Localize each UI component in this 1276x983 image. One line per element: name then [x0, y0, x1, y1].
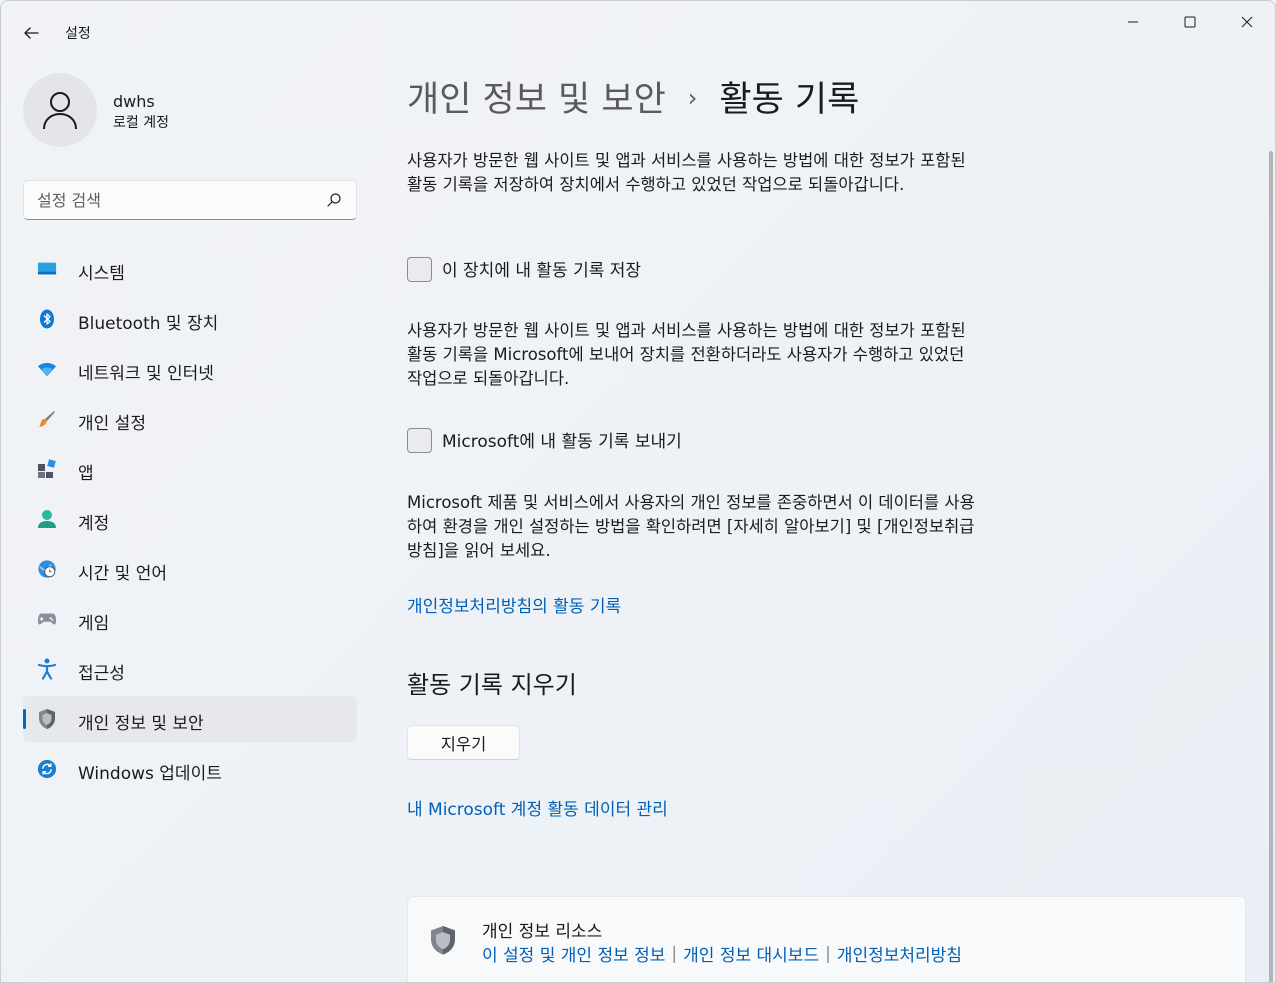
minimize-button[interactable] [1105, 1, 1161, 43]
close-icon [1241, 16, 1253, 28]
sidebar-item-label: 네트워크 및 인터넷 [78, 364, 214, 384]
privacy-statement-link[interactable]: 개인정보처리방침 [837, 941, 962, 966]
clear-history-button[interactable]: 지우기 [407, 725, 520, 760]
account-icon [37, 509, 57, 529]
title-bar: 설정 [1, 1, 1275, 63]
privacy-statement-link[interactable]: 개인정보처리방침의 활동 기록 [407, 592, 621, 617]
search-input[interactable] [37, 189, 317, 211]
avatar [23, 73, 97, 147]
sidebar-item-label: Windows 업데이트 [78, 764, 222, 784]
resources-links: 이 설정 및 개인 정보 정보 | 개인 정보 대시보드 | 개인정보처리방침 [482, 941, 962, 967]
privacy-dashboard-link[interactable]: 개인 정보 대시보드 [683, 941, 819, 966]
settings-window: 설정 dwhs 로컬 계정 설정 검색 시스템 Bluetooth 및 장치 네… [0, 0, 1276, 983]
maximize-button[interactable] [1162, 1, 1218, 43]
clear-history-heading: 활동 기록 지우기 [407, 671, 577, 699]
app-title: 설정 [65, 26, 91, 42]
sidebar-item-label: 시간 및 언어 [78, 564, 168, 584]
update-icon [37, 759, 57, 779]
link-separator: | [671, 943, 678, 964]
store-history-checkbox-row[interactable]: 이 장치에 내 활동 기록 저장 [407, 257, 641, 282]
link-separator: | [825, 943, 831, 964]
cloud-history-description: 사용자가 방문한 웹 사이트 및 앱과 서비스를 사용하는 방법에 대한 정보가… [407, 321, 966, 388]
breadcrumb: 개인 정보 및 보안 › 활동 기록 [407, 71, 859, 122]
sidebar-item-gaming[interactable]: 게임 [23, 596, 357, 642]
send-history-label[interactable]: Microsoft에 내 활동 기록 보내기 [442, 427, 682, 452]
sidebar-item-system[interactable]: 시스템 [23, 246, 357, 292]
send-history-checkbox-row[interactable]: Microsoft에 내 활동 기록 보내기 [407, 428, 682, 453]
sidebar-item-accessibility[interactable]: 접근성 [23, 646, 357, 692]
system-icon [37, 259, 57, 279]
sidebar-item-bluetooth[interactable]: Bluetooth 및 장치 [23, 296, 357, 342]
resources-title: 개인 정보 리소스 [482, 922, 603, 942]
page-title: 활동 기록 [719, 80, 860, 120]
sidebar-item-windows-update[interactable]: Windows 업데이트 [23, 746, 357, 792]
sidebar-item-label: 시스템 [78, 264, 125, 284]
breadcrumb-parent[interactable]: 개인 정보 및 보안 [407, 71, 666, 122]
search-icon[interactable] [326, 192, 342, 208]
minimize-icon [1128, 21, 1138, 23]
profile-account-type: 로컬 계정 [113, 115, 169, 131]
wifi-icon [37, 359, 57, 379]
privacy-resources-card: 개인 정보 리소스 이 설정 및 개인 정보 정보 | 개인 정보 대시보드 |… [407, 896, 1246, 982]
shield-icon [37, 709, 57, 729]
sidebar-item-label: 개인 설정 [78, 414, 146, 434]
sidebar-item-personalization[interactable]: 개인 설정 [23, 396, 357, 442]
sidebar-item-apps[interactable]: 앱 [23, 446, 357, 492]
sidebar-item-time-language[interactable]: 시간 및 언어 [23, 546, 357, 592]
back-button[interactable] [15, 17, 47, 49]
sidebar-item-label: Bluetooth 및 장치 [78, 314, 219, 334]
sidebar-nav: 시스템 Bluetooth 및 장치 네트워크 및 인터넷 개인 설정 앱 계정… [23, 246, 357, 796]
maximize-icon [1184, 16, 1196, 28]
user-icon [43, 92, 77, 130]
chevron-right-icon: › [687, 83, 698, 112]
sidebar-item-label: 개인 정보 및 보안 [78, 714, 204, 734]
sidebar-item-label: 계정 [78, 514, 110, 534]
store-history-checkbox[interactable] [407, 257, 432, 282]
sidebar-item-label: 앱 [78, 464, 94, 484]
profile-name: dwhs [113, 92, 155, 111]
back-arrow-icon [24, 27, 39, 39]
shield-icon [431, 926, 455, 955]
sidebar-item-network[interactable]: 네트워크 및 인터넷 [23, 346, 357, 392]
brush-icon [37, 409, 57, 429]
accessibility-icon [37, 658, 57, 680]
settings-privacy-info-link[interactable]: 이 설정 및 개인 정보 정보 [482, 941, 665, 966]
local-history-description: 사용자가 방문한 웹 사이트 및 앱과 서비스를 사용하는 방법에 대한 정보가… [407, 151, 966, 194]
sidebar-item-accounts[interactable]: 계정 [23, 496, 357, 542]
store-history-label[interactable]: 이 장치에 내 활동 기록 저장 [442, 256, 641, 281]
gamepad-icon [37, 609, 57, 629]
sidebar-item-label: 게임 [78, 614, 110, 634]
manage-account-data-link[interactable]: 내 Microsoft 계정 활동 데이터 관리 [407, 795, 668, 820]
sidebar-item-privacy-security[interactable]: 개인 정보 및 보안 [23, 696, 357, 742]
send-history-checkbox[interactable] [407, 428, 432, 453]
privacy-description: Microsoft 제품 및 서비스에서 사용자의 개인 정보를 존중하면서 이… [407, 493, 975, 560]
bluetooth-icon [37, 309, 57, 329]
scrollbar[interactable] [1269, 151, 1273, 982]
sidebar-item-label: 접근성 [78, 664, 125, 684]
settings-search [23, 180, 357, 220]
close-button[interactable] [1219, 1, 1275, 43]
apps-icon [37, 459, 57, 479]
globe-clock-icon [37, 559, 57, 579]
